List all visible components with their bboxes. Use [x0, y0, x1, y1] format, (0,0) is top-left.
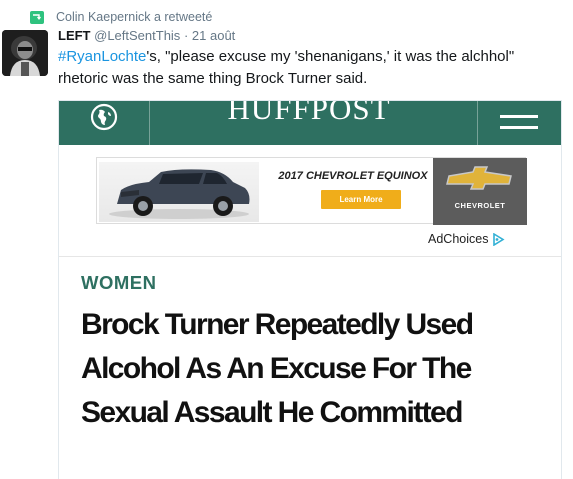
tweet-media-image[interactable]: HUFFPOST 2017 CHEVROLET EQUINOX Learn Mo… — [58, 100, 562, 479]
ad-title: 2017 CHEVROLET EQUINOX — [278, 170, 428, 182]
adchoices-icon — [493, 232, 505, 246]
section-label: WOMEN — [81, 272, 157, 293]
separator-dot: · — [183, 28, 189, 43]
retweeted-by-label[interactable]: Colin Kaepernick a retweeté — [56, 10, 212, 24]
car-image — [99, 162, 259, 222]
retweet-context: Colin Kaepernick a retweeté — [30, 8, 212, 26]
tweet-header: LEFT @LeftSentThis · 21 août — [58, 28, 235, 43]
hashtag-link[interactable]: #RyanLochte — [58, 48, 146, 65]
chevrolet-logo: CHEVROLET — [433, 158, 527, 225]
article-headline: Brock Turner Repeatedly Used Alcohol As … — [81, 308, 474, 429]
header-divider — [149, 101, 150, 145]
header-divider — [477, 101, 478, 145]
menu-icon — [500, 115, 538, 137]
tweet-text: #RyanLochte's, "please excuse my 'shenan… — [58, 46, 563, 90]
globe-icon — [90, 103, 118, 131]
author-handle[interactable]: @LeftSentThis — [94, 28, 180, 43]
learn-more-button: Learn More — [321, 190, 401, 209]
huffpost-logo: HUFFPOST — [227, 100, 391, 126]
adchoices-text: AdChoices — [428, 232, 489, 246]
brand-name: CHEVROLET — [454, 201, 506, 210]
tweet-date[interactable]: 21 août — [192, 28, 235, 43]
retweet-icon — [30, 10, 44, 24]
advertisement-banner: 2017 CHEVROLET EQUINOX Learn More CHEVRO… — [96, 157, 527, 225]
adchoices-label: AdChoices — [428, 232, 505, 246]
huffpost-header: HUFFPOST — [59, 101, 561, 145]
author-name[interactable]: LEFT — [58, 28, 91, 43]
section-divider — [59, 256, 561, 257]
avatar[interactable] — [2, 30, 48, 76]
